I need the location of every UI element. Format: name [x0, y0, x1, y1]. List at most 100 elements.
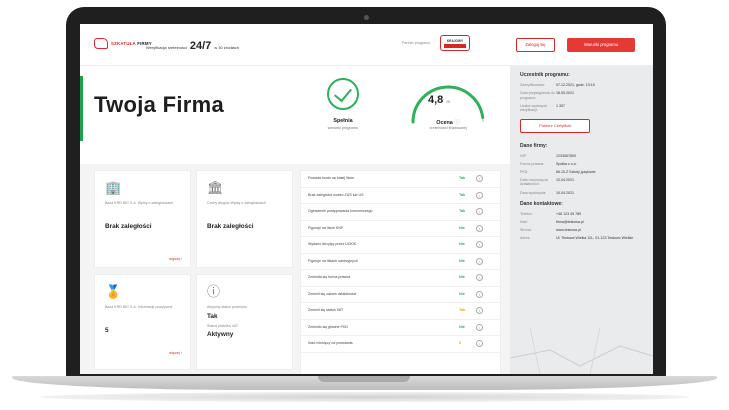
checklist-row: Ilość miesięcy od powstania 3 i	[301, 336, 500, 353]
detail-key: Adres:	[520, 236, 531, 241]
detail-row: Data rozpoczęcia działalności: 10.04.2021	[520, 178, 643, 187]
tile-value: 5	[105, 327, 109, 334]
green-accent-bar	[80, 76, 83, 141]
brand-logo[interactable]: SZKATUŁA FIRMY	[94, 38, 152, 49]
detail-value: 10.04.2021	[556, 177, 574, 182]
office-icon: 🏛	[207, 180, 224, 195]
tile-value: Brak zaległości	[207, 223, 254, 230]
badge-icon: 🏅	[105, 284, 122, 299]
detail-key: NIP:	[520, 153, 527, 158]
more-link[interactable]: więcej ›	[169, 351, 182, 355]
camera-icon	[364, 15, 369, 20]
info-sidebar: Uczestnik programu: Zweryfikowano: 07.12.…	[510, 66, 653, 374]
poland-map-icon	[94, 38, 108, 49]
detail-row: PKD: 86.10.Z Szkoły językowe	[520, 170, 643, 175]
detail-value: 86.10.Z Szkoły językowe	[556, 169, 596, 174]
tile-label: Cechy długów Wpisy o zaległościach	[207, 201, 266, 205]
building-icon: 🏢	[105, 180, 122, 195]
tile-value-2: Aktywny	[207, 331, 234, 338]
partner-logo: KRAJOWY	[440, 35, 470, 51]
checklist-label: Zmienił się zakres działalności	[308, 291, 357, 296]
detail-row: Telefon: +48 123 45 789	[520, 212, 643, 217]
info-icon[interactable]: i	[476, 257, 483, 265]
detail-key: Data rozpoczęcia działalności:	[520, 177, 548, 187]
checklist-label: Brak zaległości wobec ZUS lub US	[308, 192, 364, 197]
partner-label: Partner programu	[402, 41, 431, 45]
checklist-status: Tak	[459, 192, 466, 197]
checklist-status: Nie	[459, 275, 465, 279]
detail-value: www.testowa.pl	[556, 228, 581, 233]
info-icon[interactable]: i	[476, 274, 483, 281]
checklist-label: Ogłoszenie postępowania komorniczego	[308, 209, 373, 213]
info-icon[interactable]: i	[476, 307, 483, 314]
program-terms-button[interactable]: Warunki programu	[567, 38, 635, 52]
tile-debt-features: 🏛 Cechy długów Wpisy o zaległościach Bra…	[196, 170, 293, 268]
laptop-shadow	[40, 392, 690, 402]
detail-value: 1 357	[556, 103, 565, 108]
tile-label: Baza KRD BIG S.A. Informacje pozytywne	[105, 305, 173, 309]
checklist-status: Nie	[459, 242, 465, 246]
participant-title: Uczestnik programu:	[520, 72, 570, 78]
checklist-label: Zmienił się status VAT	[308, 308, 344, 312]
verification-tagline: Weryfikacja rzetelności 24/7 w 30 źródła…	[146, 40, 239, 52]
detail-row: Adres: Ul. Testowa Wielka 12L, 01-123 Tes…	[520, 236, 643, 241]
more-link[interactable]: więcej ›	[169, 257, 182, 261]
detail-row: NIP: 1234567890	[520, 154, 643, 159]
detail-value: +48 123 45 789	[556, 212, 582, 217]
detail-value: Spółka z o.o.	[556, 161, 577, 166]
detail-value: 10.04.2021	[556, 190, 574, 195]
tile-status: ⓘ Aktywny status podmiotu Tak Status pła…	[196, 274, 293, 370]
info-icon[interactable]: i	[476, 175, 483, 182]
tile-value: Tak	[207, 313, 218, 320]
tile-label-2: Status płatnika VAT	[207, 324, 239, 328]
tile-label: Aktywny status podmiotu	[207, 305, 247, 309]
detail-row: Liczba wydanych weryfikacji: 1 357	[520, 104, 643, 113]
browser-screen: SZKATUŁA FIRMY Weryfikacja rzetelności 2…	[80, 24, 653, 374]
tile-label: Baza KRD BIG S.A. Wpisy o zaległościach	[105, 201, 174, 205]
meets-title: Spełnia	[333, 118, 353, 124]
info-icon[interactable]: i	[476, 191, 483, 199]
hero-section: Twoja Firma Spełnia warunki programu 4,8…	[80, 66, 510, 164]
score-subtitle: rzetelności finansowej	[429, 126, 467, 130]
score-title: Ocena ⓘ	[436, 120, 460, 126]
info-icon: ⓘ	[207, 284, 221, 299]
checklist-row: Figuruje na liście KNF Nie i	[301, 221, 500, 237]
info-icon[interactable]: i	[476, 340, 483, 347]
detail-key: Data przystąpienia do programu:	[520, 91, 555, 100]
download-certificate-button[interactable]: Pobierz Certyfikat	[520, 118, 590, 133]
company-data-title: Dane firmy:	[520, 142, 548, 149]
detail-row: Mail: firma@testowa.pl	[520, 220, 643, 225]
checklist-row: Figuruje na listach sankcyjnych Nie i	[301, 254, 500, 270]
checklist-status: Nie	[459, 258, 465, 263]
map-thumbnail[interactable]	[510, 328, 653, 374]
info-icon[interactable]: i	[476, 290, 483, 298]
checklist-status: Tak	[459, 308, 466, 312]
detail-row: Data przystąpienia do programu: 18.05.202…	[520, 91, 643, 100]
checklist-row: Zmieniło się główne PKD Nie i	[301, 320, 500, 336]
detail-value: 1234567890	[556, 153, 576, 158]
score-value: 4,8 /5	[428, 94, 450, 106]
checklist-status: 3	[459, 341, 462, 345]
participant-details: Zweryfikowano: 07.12.2021, godz. 13:15 Dat…	[520, 83, 643, 113]
checklist-status: Tak	[459, 176, 466, 180]
checklist-status: Nie	[459, 225, 465, 230]
checklist-row: Posiada konto na białej liście Tak i	[301, 171, 500, 188]
top-header: SZKATUŁA FIRMY Weryfikacja rzetelności 2…	[80, 24, 653, 66]
info-icon[interactable]: i	[476, 208, 483, 215]
checklist-row: Wydano decyzję przez UOKiK Nie i	[301, 237, 500, 254]
detail-row: Strona: www.testowa.pl	[520, 228, 643, 233]
checklist-row: Brak zaległości wobec ZUS lub US Tak i	[301, 188, 500, 204]
detail-row: Data wydobycia: 10.04.2021	[520, 191, 643, 196]
tile-value: Brak zaległości	[105, 223, 152, 230]
login-button[interactable]: Zaloguj się	[516, 38, 555, 52]
info-icon[interactable]: i	[476, 224, 483, 232]
checklist-row: Zmieniła się forma prawna Nie i	[301, 270, 500, 287]
checklist-status: Tak	[459, 209, 466, 213]
checklist-status: Nie	[459, 291, 465, 296]
detail-key: Liczba wydanych weryfikacji:	[520, 103, 548, 113]
detail-value: Ul. Testowa Wielka 12L, 01-123 Testowo W…	[556, 236, 634, 241]
info-icon[interactable]: i	[476, 241, 483, 248]
checklist-label: Ilość miesięcy od powstania	[308, 341, 353, 345]
info-icon[interactable]: i	[476, 323, 483, 331]
checklist-status: Nie	[459, 324, 465, 329]
